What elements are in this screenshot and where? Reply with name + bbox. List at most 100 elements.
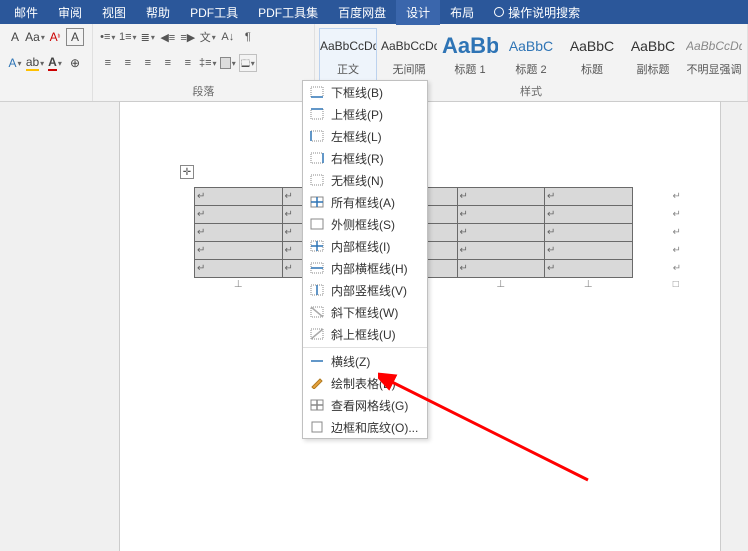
tab-review[interactable]: 审阅 bbox=[48, 0, 92, 25]
borders-menu-top[interactable]: 上框线(P) bbox=[303, 103, 427, 125]
borders-menu-bottom[interactable]: 下框线(B) bbox=[303, 81, 427, 103]
style-0[interactable]: AaBbCcDd正文 bbox=[319, 28, 377, 82]
borders-menu-inv[interactable]: 内部竖框线(V) bbox=[303, 279, 427, 301]
borders-menu-all[interactable]: 所有框线(A) bbox=[303, 191, 427, 213]
borders-button[interactable]: ▾ bbox=[239, 54, 257, 72]
style-preview: AaBbC bbox=[503, 31, 559, 61]
table-cell[interactable]: ↵ bbox=[195, 206, 283, 224]
tab-design[interactable]: 设计 bbox=[396, 0, 440, 25]
tab-mail[interactable]: 邮件 bbox=[4, 0, 48, 25]
increase-indent-button[interactable]: ≡▶ bbox=[179, 28, 197, 46]
outside-border-icon bbox=[309, 217, 325, 231]
table-cell[interactable]: ↵ bbox=[545, 206, 633, 224]
style-preview: AaBbC bbox=[564, 31, 620, 61]
row-end-mark: ↵ bbox=[632, 242, 720, 260]
borders-menu-diagup[interactable]: 斜上框线(U) bbox=[303, 323, 427, 345]
row-end-mark: ↵ bbox=[632, 188, 720, 206]
table-resize-handle[interactable]: □ bbox=[632, 278, 720, 292]
menu-item-label: 下框线(B) bbox=[331, 84, 383, 101]
style-preview: AaBbCcDd bbox=[381, 31, 437, 61]
right-border-icon bbox=[309, 151, 325, 165]
borders-menu-inh[interactable]: 内部横框线(H) bbox=[303, 257, 427, 279]
font-group: A Aa▾ Aᵇ A A▾ ab▾ A▾ ⊕ bbox=[0, 24, 93, 101]
sort-button[interactable]: A↓ bbox=[219, 28, 237, 46]
tab-view[interactable]: 视图 bbox=[92, 0, 136, 25]
borders-dropdown: 下框线(B) 上框线(P) 左框线(L) 右框线(R) 无框线(N) 所有框线(A)外侧框… bbox=[302, 80, 428, 439]
tab-baidu-netdisk[interactable]: 百度网盘 bbox=[328, 0, 396, 25]
lightbulb-icon bbox=[494, 7, 504, 17]
numbering-button[interactable]: 1≡▾ bbox=[119, 28, 137, 46]
inside-border-icon bbox=[309, 239, 325, 253]
multilevel-list-button[interactable]: ≣▾ bbox=[139, 28, 157, 46]
borders-menu-outside[interactable]: 外侧框线(S) bbox=[303, 213, 427, 235]
style-6[interactable]: AaBbCcDd不明显强调 bbox=[685, 28, 743, 82]
clear-format-button[interactable]: A bbox=[6, 28, 24, 46]
line-spacing-button[interactable]: ‡≡▾ bbox=[199, 54, 217, 72]
style-5[interactable]: AaBbC副标题 bbox=[624, 28, 682, 82]
menu-item-label: 横线(Z) bbox=[331, 353, 370, 370]
phonetic-guide-button[interactable]: Aᵇ bbox=[46, 28, 64, 46]
align-right-button[interactable]: ≡ bbox=[139, 54, 157, 72]
menu-item-label: 内部横框线(H) bbox=[331, 260, 408, 277]
align-center-button[interactable]: ≡ bbox=[119, 54, 137, 72]
distributed-button[interactable]: ≡ bbox=[179, 54, 197, 72]
tab-pdf-toolkit[interactable]: PDF工具集 bbox=[248, 0, 328, 25]
shading-button[interactable]: ▾ bbox=[219, 54, 237, 72]
table-cell[interactable]: ↵ bbox=[195, 260, 283, 278]
tab-layout[interactable]: 布局 bbox=[440, 0, 484, 25]
document-table[interactable]: ↵↵↵↵↵↵↵↵↵↵↵↵↵↵↵↵↵↵↵↵↵↵↵↵↵↵↵↵↵↵⊥⊥⊥⊥⊥□ bbox=[194, 187, 720, 292]
table-cell[interactable]: ↵ bbox=[545, 224, 633, 242]
menu-item-label: 无框线(N) bbox=[331, 172, 384, 189]
text-effects-button[interactable]: A▾ bbox=[6, 54, 24, 72]
borders-menu-draw[interactable]: 绘制表格(D) bbox=[303, 372, 427, 394]
style-1[interactable]: AaBbCcDd无间隔 bbox=[380, 28, 438, 82]
asian-layout-button[interactable]: 文▾ bbox=[199, 28, 217, 46]
table-cell[interactable]: ↵ bbox=[195, 224, 283, 242]
style-4[interactable]: AaBbC标题 bbox=[563, 28, 621, 82]
table-cell[interactable]: ↵ bbox=[457, 224, 545, 242]
table-cell[interactable]: ↵ bbox=[545, 260, 633, 278]
style-2[interactable]: AaBb标题 1 bbox=[441, 28, 499, 82]
menu-item-label: 上框线(P) bbox=[331, 106, 383, 123]
borders-menu-hline[interactable]: 横线(Z) bbox=[303, 350, 427, 372]
none-border-icon bbox=[309, 173, 325, 187]
style-name: 无间隔 bbox=[381, 61, 437, 77]
style-name: 副标题 bbox=[625, 61, 681, 77]
highlight-color-button[interactable]: ab▾ bbox=[26, 54, 44, 72]
table-cell[interactable]: ↵ bbox=[195, 188, 283, 206]
tab-help[interactable]: 帮助 bbox=[136, 0, 180, 25]
char-border-button[interactable]: A bbox=[66, 28, 84, 46]
table-cell[interactable]: ↵ bbox=[545, 242, 633, 260]
menu-item-label: 绘制表格(D) bbox=[331, 375, 396, 392]
table-cell[interactable]: ↵ bbox=[195, 242, 283, 260]
table-cell[interactable]: ↵ bbox=[545, 188, 633, 206]
borders-menu-diagdn[interactable]: 斜下框线(W) bbox=[303, 301, 427, 323]
style-3[interactable]: AaBbC标题 2 bbox=[502, 28, 560, 82]
table-cell[interactable]: ↵ bbox=[457, 206, 545, 224]
col-resize-mark: ⊥ bbox=[195, 278, 283, 292]
tell-me-search[interactable]: 操作说明搜索 bbox=[484, 4, 590, 21]
borders-menu-dialog[interactable]: 边框和底纹(O)... bbox=[303, 416, 427, 438]
show-marks-button[interactable]: ¶ bbox=[239, 28, 257, 46]
menu-item-label: 左框线(L) bbox=[331, 128, 382, 145]
decrease-indent-button[interactable]: ◀≡ bbox=[159, 28, 177, 46]
bullets-button[interactable]: •≡▾ bbox=[99, 28, 117, 46]
borders-menu-none[interactable]: 无框线(N) bbox=[303, 169, 427, 191]
borders-menu-grid[interactable]: 查看网格线(G) bbox=[303, 394, 427, 416]
change-case-button[interactable]: Aa▾ bbox=[26, 28, 44, 46]
borders-menu-inside[interactable]: 内部框线(I) bbox=[303, 235, 427, 257]
tab-pdf-tools[interactable]: PDF工具 bbox=[180, 0, 248, 25]
table-move-handle[interactable]: ✛ bbox=[180, 165, 194, 179]
style-preview: AaBbCcDd bbox=[686, 31, 742, 61]
all-border-icon bbox=[309, 195, 325, 209]
table-cell[interactable]: ↵ bbox=[457, 260, 545, 278]
table-cell[interactable]: ↵ bbox=[457, 188, 545, 206]
menu-item-label: 内部竖框线(V) bbox=[331, 282, 407, 299]
align-justify-button[interactable]: ≡ bbox=[159, 54, 177, 72]
enclose-char-button[interactable]: ⊕ bbox=[66, 54, 84, 72]
align-left-button[interactable]: ≡ bbox=[99, 54, 117, 72]
borders-menu-left[interactable]: 左框线(L) bbox=[303, 125, 427, 147]
table-cell[interactable]: ↵ bbox=[457, 242, 545, 260]
borders-menu-right[interactable]: 右框线(R) bbox=[303, 147, 427, 169]
font-color-button[interactable]: A▾ bbox=[46, 54, 64, 72]
